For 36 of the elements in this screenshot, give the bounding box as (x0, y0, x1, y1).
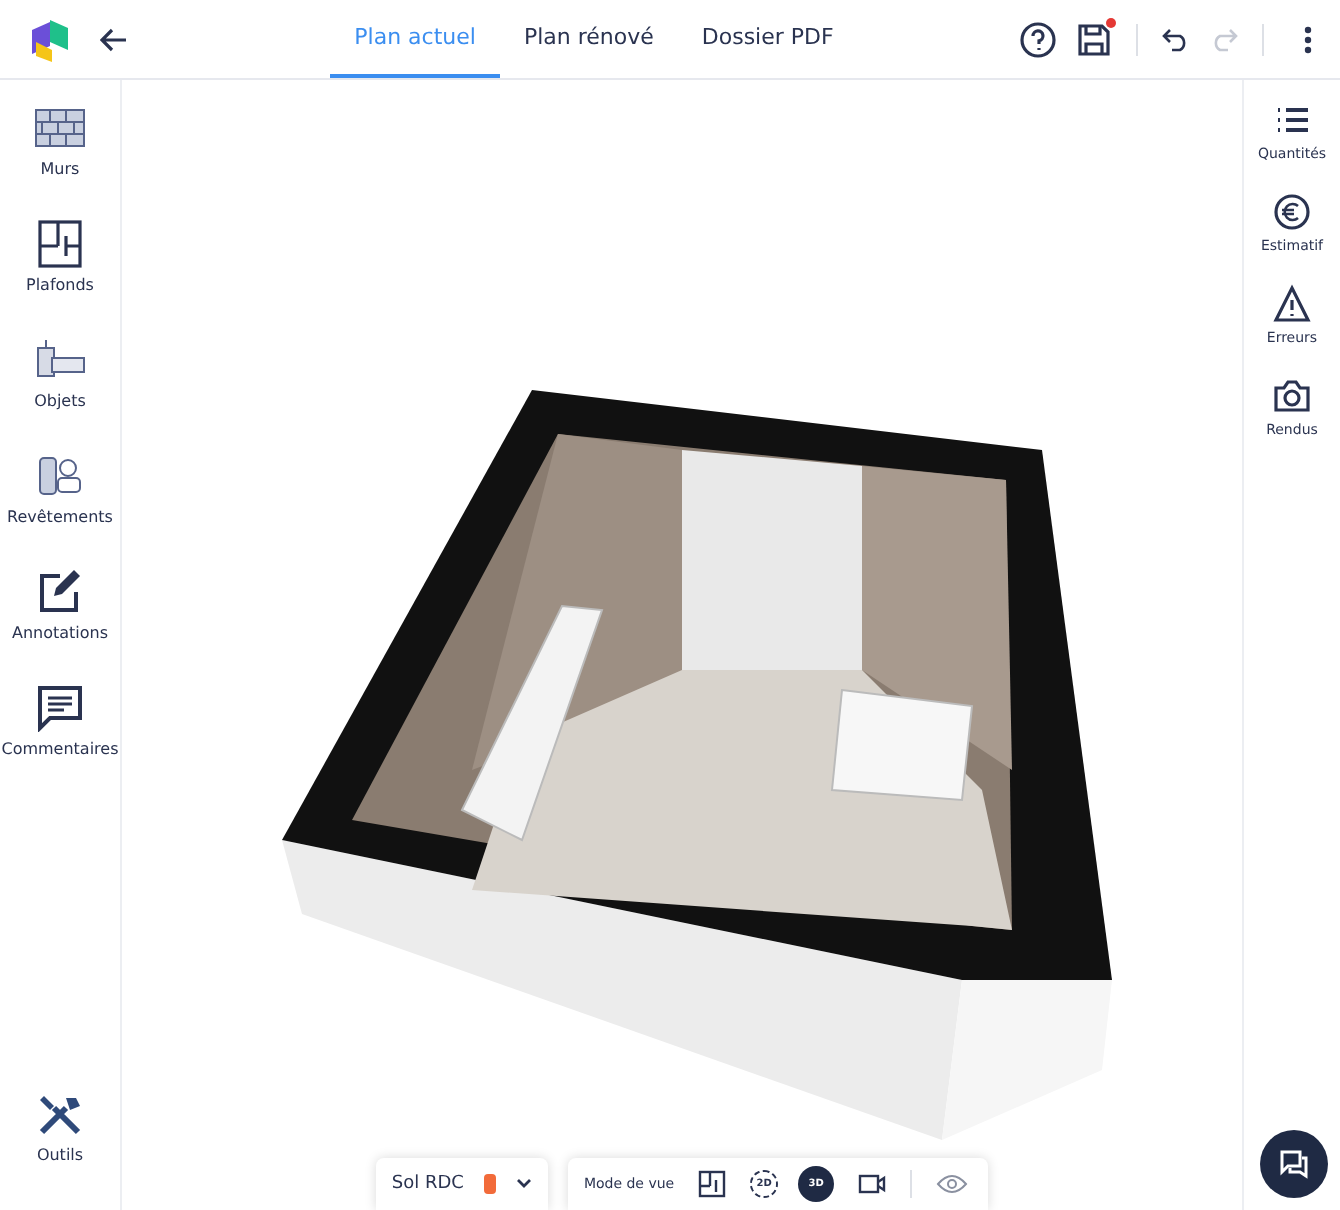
redo-icon (1210, 27, 1238, 51)
more-vertical-icon (1304, 25, 1312, 53)
more-menu-button[interactable] (1300, 21, 1316, 57)
sidebar-item[interactable]: Murs (0, 96, 120, 212)
floor-plan-icon (698, 1170, 727, 1198)
swatches-icon (34, 452, 86, 500)
back-button[interactable] (96, 23, 132, 55)
view-mode-button[interactable] (694, 1166, 731, 1202)
video-camera-icon (858, 1172, 887, 1196)
warning-icon (1272, 284, 1312, 324)
caret-icon (515, 1178, 532, 1190)
floor-selector[interactable]: Sol RDC (375, 1158, 548, 1210)
floor-plan-icon (34, 220, 86, 268)
undo-icon (1162, 27, 1190, 51)
help-button[interactable] (1016, 17, 1060, 61)
brick-wall-icon (34, 104, 86, 152)
chat-icon (1278, 1148, 1310, 1180)
sidebar-item[interactable]: Objets (0, 328, 120, 444)
help-icon (1020, 21, 1056, 57)
sidebar-item[interactable]: Revêtements (0, 444, 120, 560)
eye-icon (936, 1174, 969, 1194)
tab[interactable]: Plan rénové (499, 0, 678, 78)
euro-icon (1272, 192, 1312, 232)
sidebar-item[interactable]: Annotations (0, 560, 120, 676)
sidebar-item[interactable]: Outils (0, 1082, 120, 1198)
tools-icon (36, 1090, 84, 1138)
visibility-button[interactable] (932, 1170, 973, 1198)
comment-icon (34, 684, 86, 732)
edit-icon (34, 568, 86, 616)
back-arrow-icon (100, 27, 128, 51)
save-button[interactable] (1072, 17, 1116, 61)
camera-icon (1272, 376, 1312, 416)
sidebar-item[interactable]: Commentaires (0, 676, 120, 792)
tab[interactable]: Dossier PDF (677, 0, 858, 78)
floor-label: Sol RDC (391, 1174, 464, 1194)
sidebar-item[interactable]: Plafonds (0, 212, 120, 328)
